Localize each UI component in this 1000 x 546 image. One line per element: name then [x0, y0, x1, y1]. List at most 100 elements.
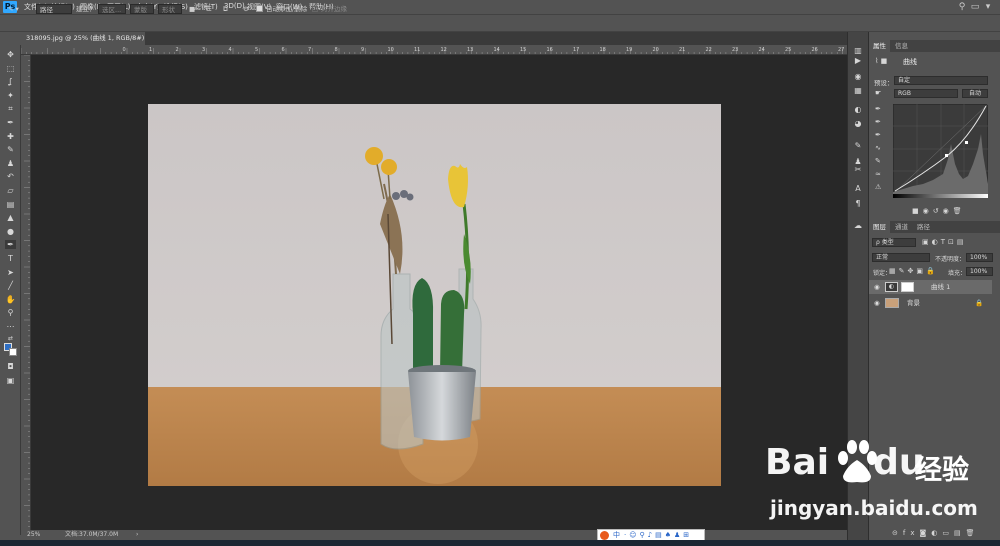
- path-operations-icon[interactable]: ■: [189, 4, 195, 14]
- photo-canvas[interactable]: [148, 104, 721, 486]
- type-tool-icon[interactable]: T: [5, 254, 16, 263]
- layer-visibility-eye-icon[interactable]: ◉: [874, 280, 880, 294]
- align-edges-checkbox[interactable]: [312, 6, 318, 12]
- draw-curve-pencil-icon[interactable]: ✎: [875, 155, 881, 168]
- path-arrange-icon[interactable]: ⧉: [223, 4, 228, 14]
- status-menu-arrow-icon[interactable]: ›: [136, 530, 138, 540]
- visibility-icon[interactable]: ◉: [943, 207, 953, 215]
- sample-gray-point-icon[interactable]: ✒: [875, 116, 881, 129]
- layer-name[interactable]: 曲线 1: [931, 280, 950, 294]
- swap-colors-icon[interactable]: ⇄: [5, 334, 16, 343]
- sogou-ime-icon[interactable]: [600, 531, 609, 540]
- blend-mode-select[interactable]: 正常: [872, 253, 930, 262]
- layer-style-icon[interactable]: fx: [903, 529, 920, 537]
- adjustment-layer-icon[interactable]: ◐: [931, 529, 942, 537]
- hand-tool-icon[interactable]: ✋: [5, 295, 16, 304]
- new-group-icon[interactable]: ▭: [942, 529, 954, 537]
- magic-wand-tool-icon[interactable]: ✦: [5, 91, 16, 100]
- clone-stamp-tool-icon[interactable]: ♟: [5, 159, 16, 168]
- fill-input[interactable]: 100%: [966, 267, 993, 276]
- actions-panel-icon[interactable]: ▶: [852, 56, 864, 66]
- layer-filter-icons[interactable]: ▣◐T⊡▤: [922, 238, 966, 246]
- more-tools-icon[interactable]: ⋯: [5, 322, 16, 331]
- tab-layers[interactable]: 图层: [869, 221, 890, 233]
- brush-tool-icon[interactable]: ✎: [5, 145, 16, 154]
- tab-paths[interactable]: 路径: [913, 221, 934, 233]
- layer-name[interactable]: 背景: [907, 296, 920, 310]
- settings-gear-icon[interactable]: ⚙: [243, 4, 249, 14]
- mask-button[interactable]: 蒙版: [130, 4, 154, 14]
- path-selection-tool-icon[interactable]: ➤: [5, 268, 16, 277]
- line-tool-icon[interactable]: ╱: [5, 281, 16, 290]
- workspace-icon[interactable]: ▭: [969, 1, 981, 13]
- smooth-curve-icon[interactable]: ≈: [875, 168, 881, 181]
- blur-tool-icon[interactable]: ▲: [5, 213, 16, 222]
- pen-tool-preset-icon[interactable]: ✎ ▾: [8, 4, 19, 14]
- reset-icon[interactable]: ↺: [933, 207, 943, 215]
- clipping-warning-icon[interactable]: ⚠: [875, 181, 881, 194]
- channel-select[interactable]: RGB: [894, 89, 958, 98]
- screen-mode-icon[interactable]: ▣: [5, 376, 16, 385]
- history-panel-icon[interactable]: ▥: [852, 46, 864, 56]
- layer-visibility-eye-icon[interactable]: ◉: [874, 296, 880, 310]
- color-panel-icon[interactable]: ◕: [852, 119, 864, 129]
- gradient-tool-icon[interactable]: ▤: [5, 200, 16, 209]
- background-color-swatch[interactable]: [9, 348, 17, 356]
- tab-channels[interactable]: 通道: [891, 221, 912, 233]
- paragraph-panel-icon[interactable]: ¶: [852, 199, 864, 209]
- mode-select[interactable]: 路径: [36, 4, 72, 14]
- zoom-level[interactable]: 25%: [27, 530, 40, 540]
- path-alignment-icon[interactable]: ☰: [206, 4, 212, 14]
- selection-button[interactable]: 选区...: [98, 4, 126, 14]
- lock-icons[interactable]: ▦✎✥▣🔒: [889, 267, 938, 275]
- delete-icon[interactable]: 🗑: [953, 207, 966, 215]
- eraser-tool-icon[interactable]: ▱: [5, 186, 16, 195]
- sample-white-point-icon[interactable]: ✒: [875, 129, 881, 142]
- auto-add-delete-checkbox[interactable]: [256, 5, 263, 12]
- crop-tool-icon[interactable]: ⌗: [5, 104, 16, 113]
- navigator-panel-icon[interactable]: ◉: [852, 72, 864, 82]
- quick-mask-icon[interactable]: ◘: [5, 362, 16, 371]
- layer-row-background[interactable]: ◉ 背景 🔒: [869, 296, 992, 310]
- view-previous-state-icon[interactable]: ◉: [923, 207, 933, 215]
- ruler-label: 22: [706, 47, 712, 53]
- target-adjust-icon[interactable]: ☛: [875, 89, 881, 97]
- link-layers-icon[interactable]: ⊝: [892, 529, 903, 537]
- window-controls-icon[interactable]: ▾: [982, 1, 994, 13]
- clip-to-layer-icon[interactable]: ■: [912, 207, 923, 215]
- layer-mask-thumbnail[interactable]: [901, 282, 914, 292]
- history-brush-tool-icon[interactable]: ↶: [5, 172, 16, 181]
- layer-filter-select[interactable]: ρ 类型: [872, 238, 916, 247]
- dodge-tool-icon[interactable]: ●: [5, 227, 16, 236]
- layer-row-curves[interactable]: ◉ ◐ 曲线 1: [869, 280, 992, 294]
- eyedropper-tool-icon[interactable]: ✒: [5, 118, 16, 127]
- add-mask-icon[interactable]: ◙: [919, 529, 931, 537]
- search-icon[interactable]: ⚲: [956, 1, 968, 13]
- auto-button[interactable]: 自动: [962, 89, 988, 98]
- marquee-tool-icon[interactable]: ⬚: [5, 64, 16, 73]
- tab-info[interactable]: 信息: [891, 40, 912, 52]
- delete-layer-icon[interactable]: 🗑: [966, 529, 980, 537]
- opacity-input[interactable]: 100%: [966, 253, 993, 262]
- edit-points-curve-icon[interactable]: ∿: [875, 142, 881, 155]
- sample-black-point-icon[interactable]: ✒: [875, 103, 881, 116]
- zoom-tool-icon[interactable]: ⚲: [5, 308, 16, 317]
- shape-button[interactable]: 形状: [158, 4, 182, 14]
- preset-select[interactable]: 自定: [894, 76, 988, 85]
- adjustments-panel-icon[interactable]: ◐: [852, 105, 864, 115]
- swatches-panel-icon[interactable]: ▦: [852, 86, 864, 96]
- healing-brush-tool-icon[interactable]: ✚: [5, 132, 16, 141]
- curve-control-point[interactable]: [945, 154, 948, 157]
- new-layer-icon[interactable]: ▤: [954, 529, 966, 537]
- document-tab[interactable]: 318095.jpg @ 25% (曲线 1, RGB/8#) * ×: [21, 32, 145, 55]
- brush-panel-icon[interactable]: ✎: [852, 141, 864, 151]
- pen-tool-icon[interactable]: ✒: [5, 240, 16, 250]
- glyphs-panel-icon[interactable]: A: [852, 184, 864, 194]
- libraries-panel-icon[interactable]: ☁: [852, 221, 864, 231]
- lasso-tool-icon[interactable]: ʆ: [5, 77, 16, 86]
- tab-properties[interactable]: 属性: [869, 40, 890, 52]
- curve-control-point[interactable]: [965, 141, 968, 144]
- curves-graph[interactable]: [893, 104, 988, 194]
- tool-presets-icon[interactable]: ✂: [852, 165, 864, 175]
- move-tool-icon[interactable]: ✥: [5, 50, 16, 59]
